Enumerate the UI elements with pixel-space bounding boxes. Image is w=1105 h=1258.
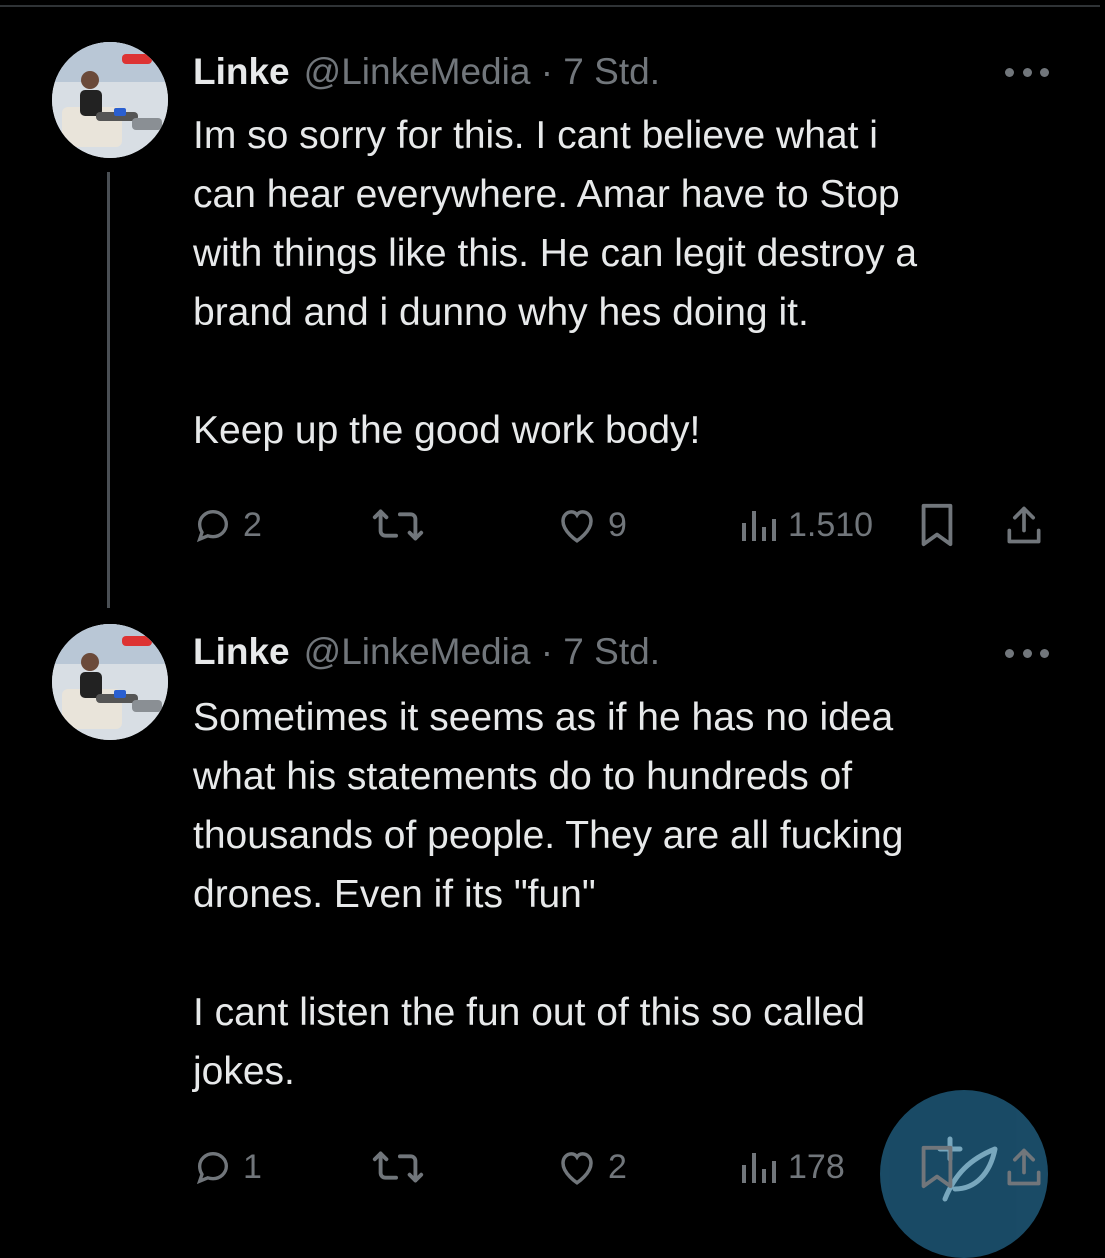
share-icon bbox=[1007, 506, 1041, 544]
reply-button[interactable]: 1 bbox=[193, 1139, 262, 1195]
bookmark-button[interactable] bbox=[917, 497, 957, 553]
reply-count: 1 bbox=[243, 1147, 262, 1186]
views-count: 1.510 bbox=[788, 505, 874, 544]
author-name[interactable]: Linke bbox=[193, 631, 290, 673]
author-handle[interactable]: @LinkeMedia · 7 Std. bbox=[304, 51, 660, 93]
top-divider bbox=[0, 5, 1100, 7]
like-count: 9 bbox=[608, 505, 627, 544]
tweet-header: Linke @LinkeMedia · 7 Std. bbox=[193, 627, 660, 677]
views-icon bbox=[742, 1153, 776, 1183]
share-button[interactable] bbox=[1003, 1139, 1045, 1195]
retweet-icon bbox=[372, 509, 424, 541]
like-button[interactable]: 9 bbox=[556, 497, 627, 553]
thread-connector-line bbox=[107, 172, 110, 608]
views-button[interactable]: 178 bbox=[738, 1139, 845, 1195]
tweet-header: Linke @LinkeMedia · 7 Std. bbox=[193, 47, 660, 97]
heart-icon bbox=[561, 1152, 593, 1185]
like-button[interactable]: 2 bbox=[556, 1139, 627, 1195]
bookmark-icon bbox=[921, 503, 953, 547]
avatar[interactable] bbox=[52, 42, 168, 158]
tweet-actions: 2 9 1.510 bbox=[193, 497, 1063, 553]
more-icon[interactable] bbox=[1005, 62, 1049, 82]
retweet-button[interactable] bbox=[369, 1139, 427, 1195]
reply-icon bbox=[196, 1151, 229, 1185]
avatar[interactable] bbox=[52, 624, 168, 740]
tweet-text: Im so sorry for this. I cant believe wha… bbox=[193, 114, 918, 452]
reply-count: 2 bbox=[243, 505, 262, 544]
share-button[interactable] bbox=[1003, 497, 1045, 553]
more-icon[interactable] bbox=[1005, 643, 1049, 663]
heart-icon bbox=[561, 510, 593, 543]
bookmark-icon bbox=[921, 1145, 953, 1189]
retweet-button[interactable] bbox=[369, 497, 427, 553]
tweet-text: Sometimes it seems as if he has no idea … bbox=[193, 696, 904, 1093]
like-count: 2 bbox=[608, 1147, 627, 1186]
views-button[interactable]: 1.510 bbox=[738, 497, 873, 553]
bookmark-button[interactable] bbox=[917, 1139, 957, 1195]
reply-icon bbox=[196, 509, 229, 543]
views-icon bbox=[742, 511, 776, 541]
views-count: 178 bbox=[788, 1147, 845, 1186]
share-icon bbox=[1007, 1148, 1041, 1186]
author-name[interactable]: Linke bbox=[193, 51, 290, 93]
author-handle[interactable]: @LinkeMedia · 7 Std. bbox=[304, 631, 660, 673]
reply-button[interactable]: 2 bbox=[193, 497, 262, 553]
retweet-icon bbox=[372, 1151, 424, 1183]
